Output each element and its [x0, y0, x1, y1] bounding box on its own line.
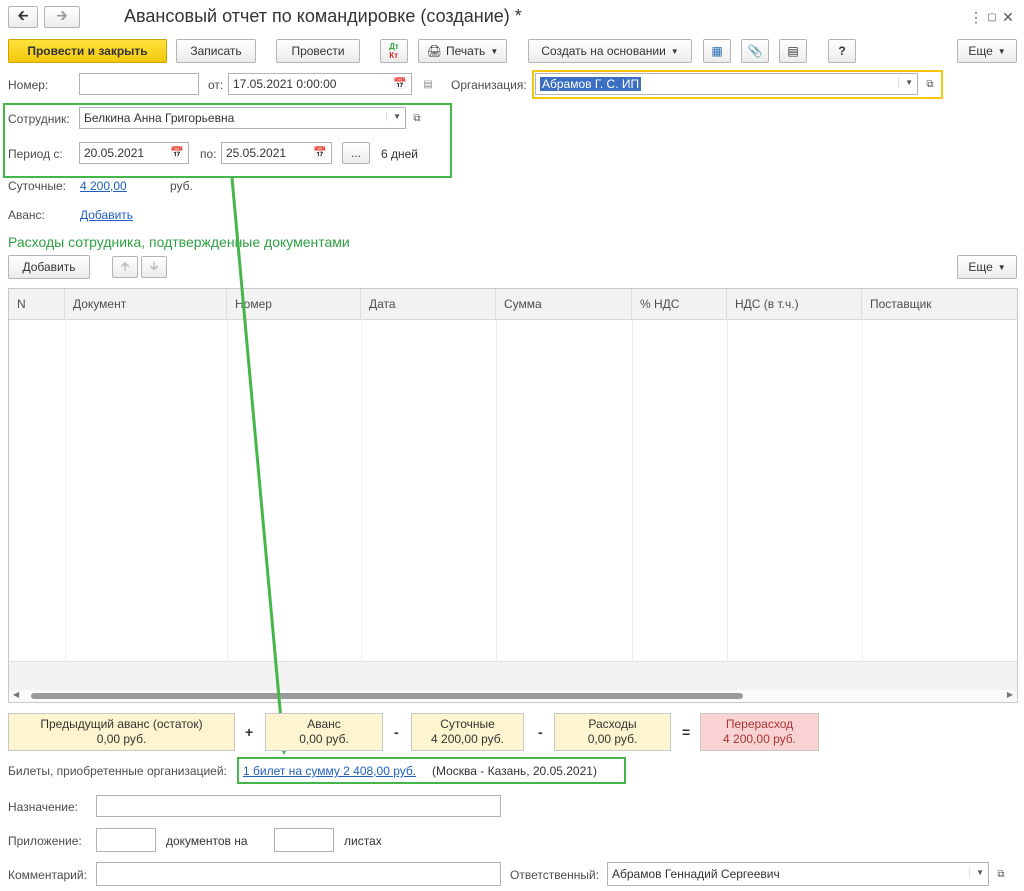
- attachment-sheets-input[interactable]: [274, 828, 334, 852]
- expenses-total-label: Расходы: [588, 717, 637, 731]
- total-overspend: Перерасход 4 200,00 руб.: [700, 713, 819, 751]
- advance-total-label: Аванс: [307, 717, 341, 731]
- total-prev-advance: Предыдущий аванс (остаток) 0,00 руб.: [8, 713, 235, 751]
- attachment-label: Приложение:: [8, 834, 82, 848]
- tickets-label: Билеты, приобретенные организацией:: [8, 764, 227, 778]
- chevron-down-icon[interactable]: ▼: [969, 868, 984, 877]
- tickets-link[interactable]: 1 билет на сумму 2 408,00 руб.: [243, 764, 416, 778]
- minus-sign: -: [538, 724, 543, 740]
- overspend-value: 4 200,00 руб.: [723, 732, 796, 746]
- purpose-label: Назначение:: [8, 800, 79, 814]
- total-advance: Аванс 0,00 руб.: [265, 713, 383, 751]
- total-per-diem: Суточные 4 200,00 руб.: [411, 713, 524, 751]
- overspend-label: Перерасход: [725, 717, 794, 731]
- responsible-input[interactable]: Абрамов Геннадий Сергеевич ▼: [607, 862, 989, 886]
- tickets-detail: (Москва - Казань, 20.05.2021): [432, 764, 597, 778]
- comment-input[interactable]: [96, 862, 501, 886]
- total-expenses: Расходы 0,00 руб.: [554, 713, 671, 751]
- open-icon[interactable]: ⧉: [991, 864, 1011, 884]
- responsible-value: Абрамов Геннадий Сергеевич: [612, 867, 780, 881]
- per-diem-total-label: Суточные: [440, 717, 495, 731]
- equals-sign: =: [682, 724, 691, 740]
- attachment-docs-input[interactable]: [96, 828, 156, 852]
- plus-sign: +: [245, 724, 254, 740]
- responsible-label: Ответственный:: [510, 868, 600, 882]
- prev-advance-value: 0,00 руб.: [96, 732, 147, 746]
- sheets-label: листах: [344, 834, 382, 848]
- per-diem-total-value: 4 200,00 руб.: [431, 732, 504, 746]
- prev-advance-label: Предыдущий аванс (остаток): [40, 717, 203, 731]
- minus-sign: -: [394, 724, 399, 740]
- docs-on-label: документов на: [166, 834, 248, 848]
- comment-label: Комментарий:: [8, 868, 87, 882]
- expenses-total-value: 0,00 руб.: [587, 732, 638, 746]
- purpose-input[interactable]: [96, 795, 501, 817]
- advance-total-value: 0,00 руб.: [299, 732, 349, 746]
